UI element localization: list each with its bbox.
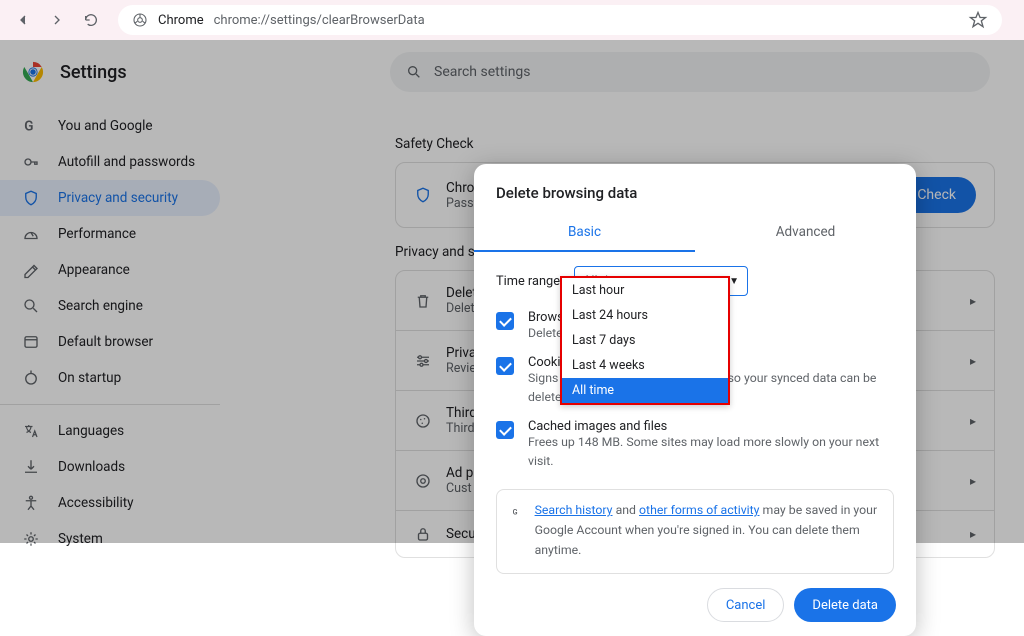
chevron-down-icon: ▼ — [729, 276, 739, 287]
dialog-tabs: Basic Advanced — [474, 216, 916, 252]
google-account-info: G Search history and other forms of acti… — [496, 489, 894, 574]
checkbox-checked-icon[interactable] — [496, 421, 514, 439]
back-button[interactable] — [12, 9, 34, 31]
dropdown-item-last-4-weeks[interactable]: Last 4 weeks — [562, 353, 728, 378]
tab-basic[interactable]: Basic — [474, 216, 695, 252]
checkbox-checked-icon[interactable] — [496, 312, 514, 330]
url-text: chrome://settings/clearBrowserData — [214, 13, 425, 28]
dialog-title: Delete browsing data — [474, 164, 916, 216]
forward-button[interactable] — [46, 9, 68, 31]
time-range-dropdown: Last hour Last 24 hours Last 7 days Last… — [560, 276, 730, 405]
address-bar[interactable]: Chrome chrome://settings/clearBrowserDat… — [118, 5, 1002, 35]
bookmark-star-icon[interactable] — [968, 10, 988, 30]
back-arrow-icon — [15, 12, 31, 28]
svg-text:G: G — [513, 508, 518, 517]
site-label: Chrome — [158, 13, 204, 28]
tab-advanced[interactable]: Advanced — [695, 216, 916, 252]
checkbox-checked-icon[interactable] — [496, 357, 514, 375]
other-activity-link[interactable]: other forms of activity — [639, 504, 759, 518]
reload-button[interactable] — [80, 9, 102, 31]
google-g-icon: G — [511, 502, 521, 522]
dropdown-item-last-7-days[interactable]: Last 7 days — [562, 328, 728, 353]
time-range-label: Time range — [496, 274, 560, 289]
chrome-icon — [132, 12, 148, 28]
forward-arrow-icon — [49, 12, 65, 28]
browser-toolbar: Chrome chrome://settings/clearBrowserDat… — [0, 0, 1024, 40]
dropdown-item-last-24-hours[interactable]: Last 24 hours — [562, 303, 728, 328]
dropdown-item-all-time[interactable]: All time — [562, 378, 728, 403]
option-cached[interactable]: Cached images and files Frees up 148 MB.… — [496, 413, 894, 477]
cancel-button[interactable]: Cancel — [707, 588, 785, 622]
search-history-link[interactable]: Search history — [535, 504, 613, 518]
reload-icon — [83, 12, 99, 28]
dropdown-item-last-hour[interactable]: Last hour — [562, 278, 728, 303]
delete-data-button[interactable]: Delete data — [794, 588, 896, 622]
